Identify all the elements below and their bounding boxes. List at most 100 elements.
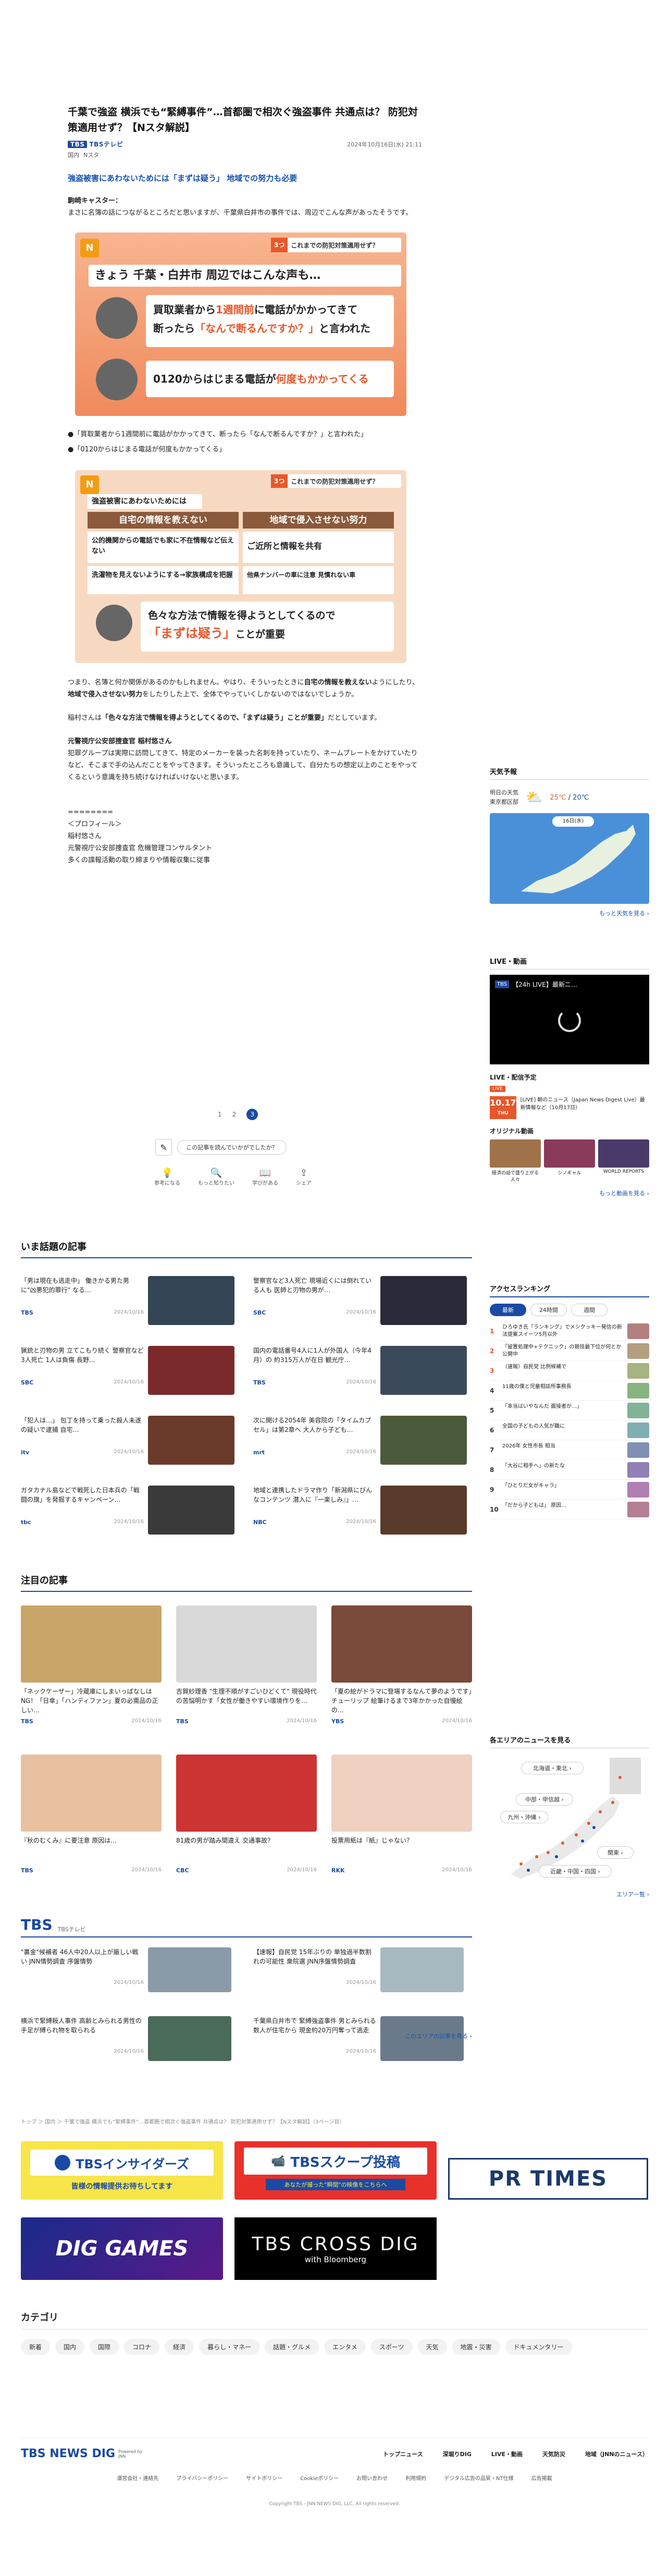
ranking-item[interactable]: 4 11歳の僕と児童相談所事務長	[490, 1381, 649, 1401]
category-chip[interactable]: 国内	[55, 2339, 85, 2355]
schedule-badges: LIVE	[490, 1086, 649, 1092]
banner-insiders[interactable]: TBSインサイダーズ 皆様の情報提供お待ちしてます	[21, 2141, 223, 2200]
category-chip[interactable]: 天気	[417, 2339, 447, 2355]
featured-title: 注目の記事	[21, 1573, 472, 1592]
schedule-item[interactable]: 10.17 THU [LIVE] 朝のニュース（Japan News Digest…	[490, 1096, 649, 1119]
area-list-link[interactable]: エリア一覧 ›	[490, 1890, 649, 1898]
category-chip[interactable]: 経済	[165, 2339, 194, 2355]
footer-nav-link[interactable]: LIVE・動画	[491, 2450, 523, 2458]
footer-link[interactable]: デジタル広告の品質・NT仕様	[444, 2474, 513, 2482]
video-card[interactable]: シノギャル	[544, 1139, 595, 1183]
ranking-item[interactable]: 8 「大谷に相手へ」の新たな	[490, 1460, 649, 1480]
ranking-item[interactable]: 3 （速報）自民党 比例候補で	[490, 1361, 649, 1381]
popular-article[interactable]: 次に開ける2054年 美容院の「タイムカプセル」は第2章へ 大人から子ども… mr…	[253, 1416, 472, 1468]
ranking-item[interactable]: 1 ひろゆき氏『ランキング』でメシクッキー発信の新法提案スイーツ5月以外	[490, 1321, 649, 1341]
footer-link[interactable]: 利用規約	[405, 2474, 426, 2482]
ranking-item[interactable]: 7 2026年 女性市長 相当	[490, 1440, 649, 1460]
banner-dig-games[interactable]: DIG GAMES	[21, 2217, 223, 2280]
source: tbc	[21, 1519, 31, 1526]
category-list: 新着 国内 国際 コロナ 経済 暮らし・マネー 話題・グルメ エンタメ スポーツ 天気 地震・災害ド…	[21, 2339, 610, 2361]
video-card[interactable]: 経済の話で盛り上がる人々	[490, 1139, 541, 1183]
weather-summary[interactable]: 明日の天気 東京都区部 ⛅ 25℃ / 20℃	[490, 788, 649, 807]
weather-map[interactable]: 16日(水)	[490, 813, 649, 904]
popular-article[interactable]: 国内の電話番号4人に1人が外国人（今年4月）の 約315万人が在日 観光庁… TB…	[253, 1346, 472, 1398]
featured-article[interactable]: 81歳の男が踏み間違え 交通事故？ CBC 2024/10/16	[176, 1755, 317, 1874]
tag-domestic[interactable]: 国内	[68, 151, 79, 159]
reaction-learn[interactable]: 📖 学びがある	[252, 1168, 278, 1186]
popular-article[interactable]: 猟銃と刃物の男 立てこもり続く 警察官など3人死亡 1人は負傷 長野… SBC 20…	[21, 1346, 240, 1398]
footer-link[interactable]: 運営会社・連絡先	[117, 2474, 158, 2482]
ranking-item[interactable]: 5 「本当はいやなんだ 面接者が…」	[490, 1401, 649, 1420]
featured-article[interactable]: 「夏の絵がドラマに登場するなんて夢のようです」チューリップ 絵筆けるまで3年かか…	[331, 1605, 472, 1725]
category-chip[interactable]: エンタメ	[324, 2339, 366, 2355]
ranking-item[interactable]: 9 「ひとりだ女がキャラ」	[490, 1480, 649, 1500]
tab-latest[interactable]: 最新	[490, 1304, 526, 1316]
page-link-3-current[interactable]: 3	[246, 1109, 258, 1120]
popular-article[interactable]: 地域と連携したドラマ作り「新潟県にぴんなコンテンツ 潜入に『一楽しみ』」… NBC…	[253, 1486, 472, 1538]
feedback-prompt[interactable]: この記事を読んでいかがでしたか？	[177, 1140, 287, 1155]
footer-link[interactable]: プライバシーポリシー	[176, 2474, 228, 2482]
area-kyushu[interactable]: 九州・沖縄 ›	[500, 1811, 548, 1823]
tbs-article[interactable]: 千葉県白井市で 緊縛強盗事件 男とみられる数人が住宅から 現金約20万円奪って逃…	[253, 2016, 472, 2068]
tbs-article[interactable]: "裏金"候補者 46人中20人以上が厳しい戦い JNN情勢調査 序盤情勢 2024…	[21, 1947, 240, 2000]
share-button[interactable]: ⇪ シェア	[296, 1168, 312, 1186]
category-chip[interactable]: コロナ	[124, 2339, 160, 2355]
video-card[interactable]: WORLD REPORTS	[598, 1139, 649, 1183]
footer-nav-link[interactable]: 地域（JNNのニュース）	[585, 2450, 648, 2458]
tbs-article[interactable]: 横浜で緊縛殺人事件 高齢とみられる男性の手足が縛られ物を取られる 2024/10/…	[21, 2016, 240, 2068]
reaction-label: 学びがある	[252, 1181, 278, 1186]
featured-article[interactable]: 投票用紙は『紙』じゃない？ RKK 2024/10/16	[331, 1755, 472, 1874]
category-chip[interactable]: 地震・災害	[452, 2339, 500, 2355]
banner-scoop[interactable]: 📹 TBSスクープ投稿 あなたが撮った"瞬間"の映像をこちらへ	[234, 2141, 437, 2200]
area-hokkaido-tohoku[interactable]: 北海道・東北 ›	[521, 1762, 584, 1774]
area-kanto[interactable]: 関東 ›	[597, 1846, 634, 1859]
category-chip[interactable]: スポーツ	[370, 2339, 413, 2355]
popular-article[interactable]: 警察官など3人死亡 現場近くには倒れている人も 医師と刃物の男が… SBC 2024…	[253, 1276, 472, 1328]
tbs-more-link[interactable]: このエリアの記事を見る ›	[365, 2032, 472, 2040]
featured-article[interactable]: 『秋のむくみ』に要注意 原因は… TBS 2024/10/16	[21, 1755, 162, 1874]
banner-prtimes[interactable]: PR TIMES	[448, 2158, 648, 2200]
featured-article[interactable]: 「ネックケーザー」冷蔵庫にしまいっぱなしはNG！「日傘」「ハンディファン」夏の必…	[21, 1605, 162, 1725]
category-chip[interactable]: 新着	[21, 2339, 51, 2355]
live-player[interactable]: TBS 【24h LIVE】最新ニ…	[490, 975, 649, 1064]
tbs-logo[interactable]: TBS TBSテレビ	[68, 140, 123, 149]
footer-nav-link[interactable]: 天気防災	[542, 2450, 565, 2458]
tag-nsta[interactable]: Nスタ	[83, 151, 99, 159]
footer-link[interactable]: 広告掲載	[531, 2474, 552, 2482]
featured-article[interactable]: 吉賀紗理香 "生理不順がすごいひどくて" 現役時代の苦悩明かす「女性が働きやすい…	[176, 1605, 317, 1725]
more-videos-link[interactable]: もっと動画を見る ›	[490, 1189, 649, 1197]
page-link-1[interactable]: 1	[218, 1111, 222, 1118]
footer-link[interactable]: お問い合わせ	[356, 2474, 388, 2482]
page-link-2[interactable]: 2	[232, 1111, 237, 1118]
ranking-item[interactable]: 10 「だから子どもは」 原因…	[490, 1500, 649, 1519]
more-weather-link[interactable]: もっと天気を見る ›	[490, 909, 649, 917]
popular-article[interactable]: 「男は現在も逃走中」 働きかる男た男に"凶悪犯的罪行" なる… TBS 2024/1…	[21, 1276, 240, 1328]
quote-highlight: 「なんで断るんですか？」	[195, 322, 319, 335]
reaction-helpful[interactable]: 💡 参考になる	[154, 1168, 180, 1186]
footer-nav-link[interactable]: 深堀りDIG	[443, 2450, 472, 2458]
area-chubu[interactable]: 中部・甲信越 ›	[516, 1793, 573, 1806]
area-kinki[interactable]: 近畿・中国・四国 ›	[539, 1865, 612, 1878]
divider-text: ========	[68, 808, 114, 816]
ranking-item[interactable]: 2 「留置処理中+テクニック」の競技最下位が何とか公開中	[490, 1341, 649, 1361]
category-chip[interactable]: 話題・グルメ	[265, 2339, 319, 2355]
popular-article[interactable]: 「犯人は…」 包丁を持って乗った殺人未遂の疑いで逮捕 自宅… itv 2024/10…	[21, 1416, 240, 1468]
category-chip[interactable]: 国際	[90, 2339, 119, 2355]
tab-weekly[interactable]: 週間	[571, 1304, 608, 1316]
tab-24h[interactable]: 24時間	[530, 1304, 567, 1316]
reaction-more[interactable]: 🔍 もっと知りたい	[198, 1168, 234, 1186]
category-chip[interactable]: 暮らし・マネー	[199, 2339, 260, 2355]
quote-highlight: 1週間前	[216, 303, 254, 316]
footer-logo[interactable]: TBS NEWS DIG	[21, 2447, 115, 2460]
category-chip[interactable]: ドキュメンタリー	[505, 2339, 572, 2355]
featured-article-thumb	[176, 1605, 317, 1683]
banner-cross-dig[interactable]: TBS CROSS DIG with Bloomberg	[234, 2217, 437, 2280]
ranking-item[interactable]: 6 全国の子どもの人気が職に	[490, 1420, 649, 1440]
tbs-article[interactable]: 【速報】自民党 15年ぶりの 単独過半数割れの可能性 衆院選 JNN序盤情勢調査…	[253, 1947, 472, 2000]
footer-link[interactable]: Cookieポリシー	[300, 2474, 339, 2482]
footer-nav-link[interactable]: トップニュース	[383, 2450, 423, 2458]
popular-article[interactable]: ガタカナル島などで戦死した日本兵の「戦闘の旗」を発掘するキャンペーン… tbc 20…	[21, 1486, 240, 1538]
rank-thumb	[627, 1422, 649, 1438]
featured-article-meta: TBS 2024/10/16	[176, 1718, 317, 1725]
footer-link[interactable]: サイトポリシー	[246, 2474, 282, 2482]
